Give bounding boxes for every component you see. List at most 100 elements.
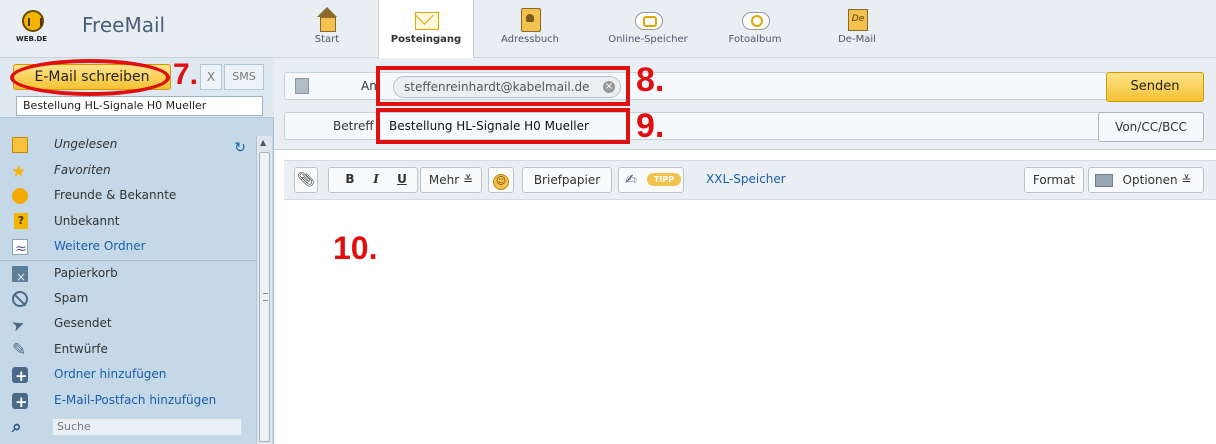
cloud-icon (635, 6, 663, 32)
message-body-editor[interactable] (284, 201, 1216, 444)
folder-unknown[interactable]: Unbekannt (0, 209, 256, 235)
logo-text: WEB.DE (16, 35, 48, 43)
editor-toolbar: 📎︎ B I U Mehr ≚ ☺ Briefpapier ✍ TIPP XXL… (284, 160, 1216, 200)
folder-list: Ungelesen ↻ Favoriten Freunde & Bekannte… (0, 132, 256, 440)
tab-fotoalbum[interactable]: Fotoalbum (714, 0, 796, 58)
envelope-icon (1095, 174, 1113, 187)
attach-button[interactable]: 📎︎ (294, 167, 318, 193)
folder-label: Favoriten (54, 162, 111, 177)
format-button[interactable]: Format (1024, 167, 1084, 193)
envelope-icon (413, 6, 439, 32)
bold-button[interactable]: B (338, 167, 362, 193)
folder-label: Unbekannt (54, 213, 120, 228)
tab-label: De-Mail (838, 34, 876, 45)
friends-icon (12, 188, 28, 205)
pen-icon: ✍ (625, 172, 637, 188)
tipp-badge: TIPP (647, 173, 681, 186)
tab-posteingang[interactable]: Posteingang (378, 0, 474, 59)
add-mailbox-link[interactable]: E-Mail-Postfach hinzufügen (0, 388, 256, 416)
tab-online-speicher[interactable]: Online-Speicher (598, 0, 698, 58)
folder-trash[interactable]: Papierkorb (0, 259, 256, 291)
home-icon (314, 6, 340, 32)
underline-button[interactable]: U (390, 167, 414, 193)
tab-label: Posteingang (390, 34, 462, 45)
star-icon (11, 160, 28, 186)
add-folder-link[interactable]: Ordner hinzufügen (0, 362, 256, 390)
search-row (0, 414, 256, 440)
annotation-circle-7 (10, 59, 170, 96)
send-button[interactable]: Senden (1106, 72, 1204, 102)
open-draft-tab[interactable]: Bestellung HL-Signale H0 Mueller (16, 96, 263, 116)
italic-button[interactable]: I (364, 167, 388, 193)
folder-label: Spam (54, 290, 89, 305)
signature-button[interactable]: ✍ TIPP (618, 167, 684, 193)
tab-label: Adressbuch (501, 34, 559, 45)
folder-more[interactable]: Weitere Ordner (0, 234, 256, 263)
tab-start[interactable]: Start (296, 0, 358, 58)
plus-icon (12, 390, 28, 416)
folder-drafts[interactable]: Entwürfe (0, 337, 256, 364)
options-button[interactable]: Optionen ≚ (1088, 167, 1204, 193)
annotation-label-7: 7. (173, 58, 199, 91)
trash-icon (12, 265, 28, 291)
sidebar-scrollbar[interactable]: ▲ (256, 136, 272, 444)
more-folders-icon (12, 237, 28, 263)
folder-label: Entwürfe (54, 341, 108, 356)
drafts-icon (12, 338, 28, 364)
sidebar: E-Mail schreiben 7. X SMS Bestellung HL-… (0, 58, 274, 444)
folder-unread[interactable]: Ungelesen ↻ (0, 132, 256, 158)
folder-label: Weitere Ordner (54, 239, 146, 254)
camera-cloud-icon (742, 6, 770, 32)
address-book-icon[interactable] (295, 78, 309, 94)
tab-adressbuch[interactable]: Adressbuch (490, 0, 570, 58)
search-icon[interactable] (12, 415, 28, 441)
tab-label: Fotoalbum (728, 34, 782, 45)
paperclip-icon: 📎︎ (297, 172, 315, 188)
envelope-icon (12, 137, 28, 153)
more-formatting-button[interactable]: Mehr ≚ (420, 167, 482, 193)
folder-label: Ordner hinzufügen (54, 367, 167, 382)
folder-sent[interactable]: Gesendet (0, 311, 256, 337)
annotation-box-9 (376, 108, 630, 144)
folder-label: Freunde & Bekannte (54, 188, 177, 203)
sent-icon (12, 316, 28, 332)
folder-label: Ungelesen (54, 137, 118, 151)
app-name: FreeMail (82, 13, 166, 37)
from-cc-bcc-button[interactable]: Von/CC/BCC (1098, 112, 1204, 142)
options-label: Optionen ≚ (1122, 173, 1192, 187)
xxl-storage-link[interactable]: XXL-Speicher (706, 172, 786, 186)
compose-row: E-Mail schreiben 7. X SMS Bestellung HL-… (0, 58, 274, 118)
tab-de-mail[interactable]: De-Mail (820, 0, 894, 58)
folder-spam[interactable]: Spam (0, 286, 256, 312)
de-mail-icon (844, 6, 870, 32)
search-input[interactable] (52, 417, 242, 436)
web-de-logo[interactable]: WEB.DE (14, 10, 70, 48)
folder-label: Papierkorb (54, 265, 118, 280)
folder-label: E-Mail-Postfach hinzufügen (54, 392, 217, 407)
folder-label: Gesendet (54, 316, 112, 331)
address-book-icon (517, 6, 543, 32)
emoji-button[interactable]: ☺ (488, 167, 514, 193)
subject-label: Betreff (333, 119, 374, 133)
scrollbar-thumb[interactable] (259, 152, 270, 442)
tab-label: Start (314, 34, 340, 45)
logo-seal-icon (22, 10, 44, 32)
plus-icon (12, 364, 28, 390)
smiley-icon: ☺ (493, 174, 509, 190)
sms-button[interactable]: SMS (224, 64, 264, 90)
folder-favorites[interactable]: Favoriten (0, 158, 256, 186)
annotation-box-8 (376, 66, 630, 106)
scroll-up-icon[interactable]: ▲ (260, 138, 266, 147)
folder-friends[interactable]: Freunde & Bekannte (0, 183, 256, 209)
top-navigation-bar: WEB.DE FreeMail Start Posteingang Adress… (0, 0, 1216, 59)
fax-button[interactable]: X (200, 64, 222, 90)
to-label: An (361, 79, 377, 93)
spam-icon (12, 290, 28, 307)
annotation-label-10: 10. (333, 230, 378, 266)
unknown-icon (12, 212, 28, 230)
stationery-button[interactable]: Briefpapier (522, 167, 612, 193)
annotation-label-8: 8. (636, 61, 665, 99)
tab-label: Online-Speicher (608, 34, 688, 45)
grip-icon (263, 293, 268, 301)
annotation-label-9: 9. (636, 107, 665, 145)
